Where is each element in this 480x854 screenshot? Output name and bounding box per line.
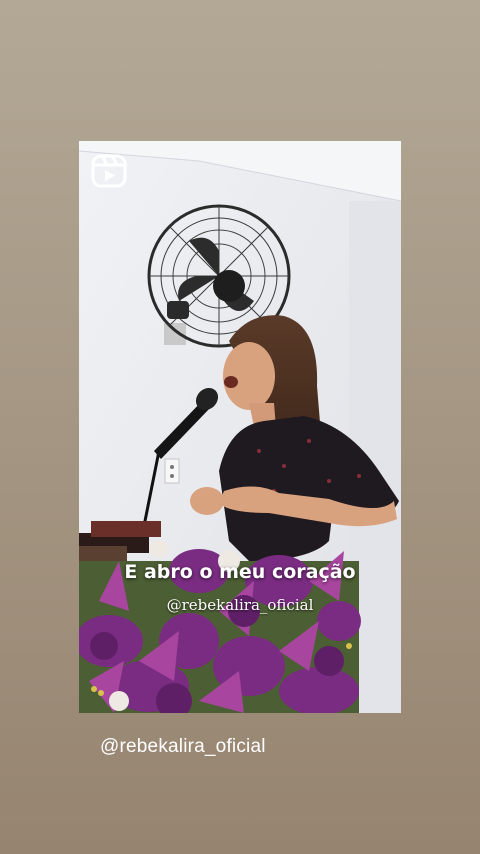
video-frame: [79, 141, 401, 713]
story-media-frame[interactable]: E abro o meu coração @rebekalira_oficial: [79, 141, 401, 713]
video-caption: E abro o meu coração: [124, 561, 356, 583]
reels-icon: [91, 154, 127, 188]
mention-sticker[interactable]: @rebekalira_oficial: [100, 736, 266, 758]
video-watermark: @rebekalira_oficial: [166, 596, 314, 614]
